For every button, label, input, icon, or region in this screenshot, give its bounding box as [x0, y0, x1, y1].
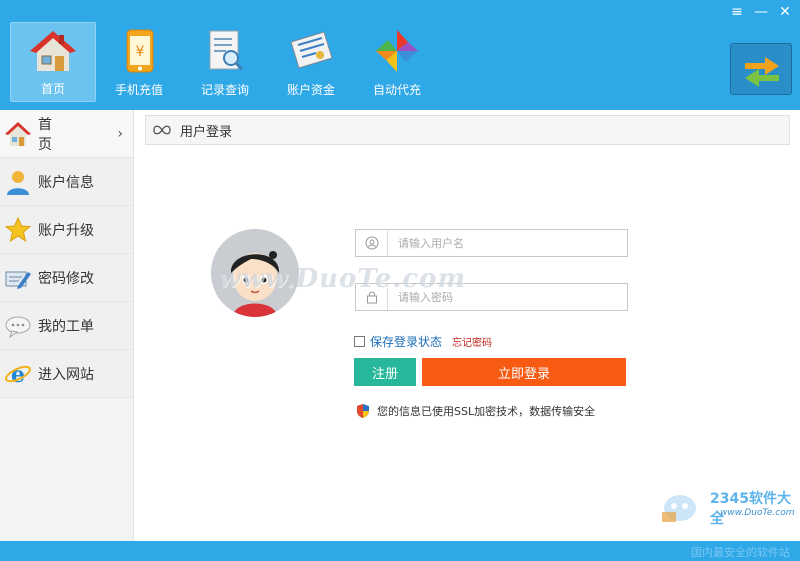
- nav-item-label: 记录查询: [200, 83, 249, 97]
- minimize-icon[interactable]: —: [754, 4, 768, 20]
- user-icon: [7, 170, 29, 195]
- shield-icon: [357, 404, 369, 418]
- sidebar-item-label: 密码修改: [38, 270, 94, 287]
- home-icon: [5, 121, 31, 146]
- app-window: ≡ — ✕ 首页 ¥ 手机充值 记录查询 账户资金 自动代充 首 页 › 账户信…: [0, 0, 800, 561]
- svg-text:e: e: [11, 362, 25, 388]
- window-controls: ≡ — ✕: [730, 4, 792, 20]
- nav-item-label: 账户资金: [286, 83, 335, 97]
- menu-icon[interactable]: ≡: [730, 4, 744, 20]
- sidebar-item-account-upgrade[interactable]: 账户升级: [0, 206, 133, 254]
- nav-item-record-query[interactable]: 记录查询: [182, 22, 268, 102]
- chevron-right-icon: ›: [117, 125, 123, 142]
- remember-row: 保存登录状态 忘记密码: [354, 333, 492, 350]
- search-record-icon: [209, 30, 244, 71]
- svg-text:¥: ¥: [136, 44, 145, 60]
- sidebar-item-my-tickets[interactable]: 我的工单: [0, 302, 133, 350]
- sidebar-item-account-info[interactable]: 账户信息: [0, 158, 133, 206]
- nav-item-account-funds[interactable]: 账户资金: [268, 22, 354, 102]
- sidebar-item-label: 账户信息: [38, 174, 94, 191]
- main-nav: 首页 ¥ 手机充值 记录查询 账户资金 自动代充: [10, 22, 440, 102]
- switch-account-button[interactable]: [730, 43, 792, 95]
- remember-label[interactable]: 保存登录状态: [370, 333, 442, 350]
- login-button[interactable]: 立即登录: [422, 358, 626, 386]
- remember-checkbox[interactable]: [354, 336, 365, 347]
- nav-item-label: 手机充值: [114, 83, 163, 97]
- username-input[interactable]: [388, 231, 618, 255]
- footer-watermark: 国内最安全的软件站: [691, 546, 790, 559]
- swap-arrows-icon: [745, 57, 779, 87]
- top-toolbar: ≡ — ✕ 首页 ¥ 手机充值 记录查询 账户资金 自动代充: [0, 0, 800, 110]
- sidebar-item-home[interactable]: 首 页 ›: [0, 110, 133, 158]
- status-bar: 国内最安全的软件站: [0, 541, 800, 561]
- watermark-text: www.DuoTe.com: [218, 264, 467, 294]
- nav-item-label: 首页: [40, 82, 65, 96]
- sidebar-item-password-change[interactable]: 密码修改: [0, 254, 133, 302]
- pinwheel-icon: [376, 30, 418, 72]
- nav-item-auto-recharge[interactable]: 自动代充: [354, 22, 440, 102]
- infinity-icon: [153, 125, 171, 135]
- mascot-icon: [662, 495, 696, 522]
- home-icon: [30, 31, 76, 71]
- nav-item-home[interactable]: 首页: [10, 22, 96, 102]
- password-edit-icon: [5, 271, 31, 289]
- star-icon: [4, 216, 32, 242]
- account-funds-icon: [290, 31, 333, 69]
- username-field: [355, 229, 628, 257]
- sidebar-item-label: 进入网站: [38, 366, 94, 383]
- content-header: 用户登录: [145, 115, 790, 145]
- nav-item-label: 自动代充: [372, 83, 421, 97]
- forgot-password-link[interactable]: 忘记密码: [452, 334, 492, 349]
- nav-item-mobile-recharge[interactable]: ¥ 手机充值: [96, 22, 182, 102]
- page-title: 用户登录: [180, 124, 233, 140]
- brand-url: www.DuoTe.com: [720, 508, 795, 518]
- chat-bubble-icon: [5, 316, 31, 338]
- security-text: 您的信息已使用SSL加密技术，数据传输安全: [377, 405, 596, 418]
- sidebar: 首 页 › 账户信息 账户升级 密码修改 我的工单 e 进入网站: [0, 110, 134, 541]
- mobile-phone-icon: ¥: [126, 29, 154, 73]
- sidebar-item-label: 账户升级: [38, 222, 94, 239]
- sidebar-item-enter-website[interactable]: e 进入网站: [0, 350, 133, 398]
- sidebar-item-label: 首 页: [38, 116, 74, 153]
- security-notice: 您的信息已使用SSL加密技术，数据传输安全: [356, 403, 595, 419]
- brand-watermark: 2345软件大全 www.DuoTe.com: [658, 484, 800, 527]
- ie-browser-icon: e: [5, 362, 31, 388]
- close-icon[interactable]: ✕: [778, 4, 792, 20]
- sidebar-item-label: 我的工单: [38, 318, 94, 335]
- user-outline-icon: [356, 230, 388, 256]
- register-button[interactable]: 注册: [354, 358, 416, 386]
